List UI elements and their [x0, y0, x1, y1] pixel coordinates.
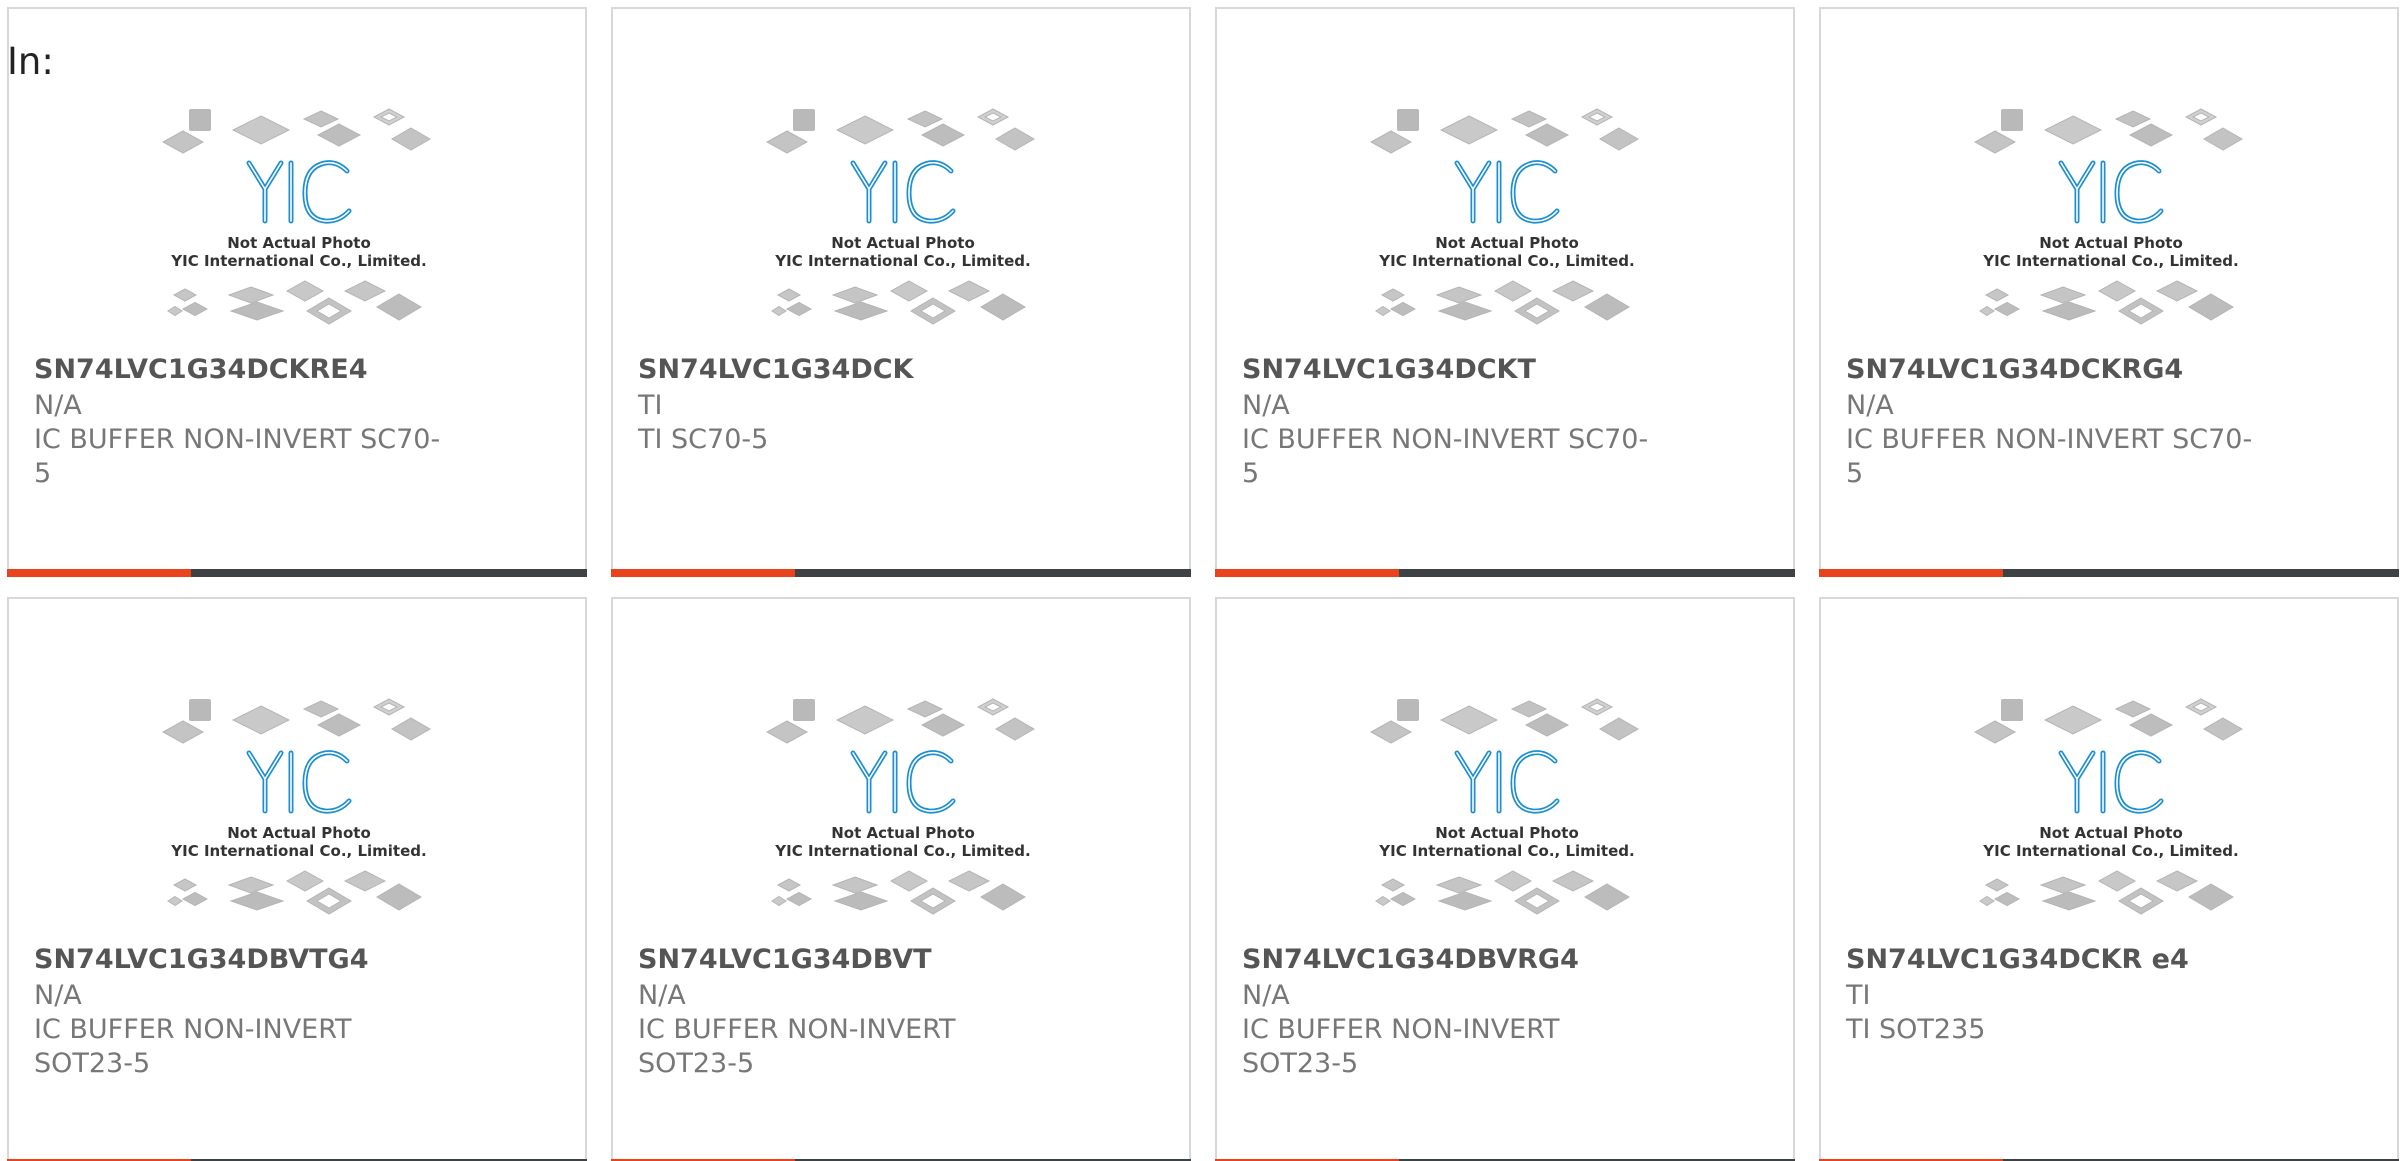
description: TI SC70-5	[638, 424, 769, 455]
photo-caption-line2: YIC International Co., Limited.	[1983, 842, 2239, 860]
in-label: In:	[7, 40, 54, 83]
description: IC BUFFER NON-INVERT SOT23-5	[1242, 1014, 1560, 1079]
manufacturer: N/A	[1242, 980, 1290, 1011]
part-number[interactable]: SN74LVC1G34DCKR e4	[1846, 943, 2189, 977]
photo-caption-line2: YIC International Co., Limited.	[1983, 252, 2239, 270]
part-number[interactable]: SN74LVC1G34DBVTG4	[34, 943, 369, 977]
description: IC BUFFER NON-INVERT SOT23-5	[638, 1014, 956, 1079]
photo-caption-line1: Not Actual Photo	[2039, 824, 2183, 842]
product-card[interactable]: Not Actual Photo YIC International Co., …	[1215, 597, 1795, 1161]
card-accent-bar	[611, 569, 795, 577]
description: IC BUFFER NON-INVERT SC70-5	[34, 424, 441, 489]
product-photo-placeholder: Not Actual Photo YIC International Co., …	[1369, 97, 1645, 349]
photo-caption-line1: Not Actual Photo	[227, 824, 371, 842]
manufacturer: TI	[1846, 980, 1871, 1011]
product-photo-placeholder: Not Actual Photo YIC International Co., …	[765, 97, 1041, 349]
product-photo-placeholder: Not Actual Photo YIC International Co., …	[765, 687, 1041, 939]
photo-caption-line2: YIC International Co., Limited.	[775, 842, 1031, 860]
product-photo-placeholder: Not Actual Photo YIC International Co., …	[1369, 687, 1645, 939]
photo-caption-line2: YIC International Co., Limited.	[171, 252, 427, 270]
photo-caption-line1: Not Actual Photo	[1435, 824, 1579, 842]
product-card[interactable]: Not Actual Photo YIC International Co., …	[7, 597, 587, 1161]
description: IC BUFFER NON-INVERT SC70-5	[1242, 424, 1649, 489]
part-number[interactable]: SN74LVC1G34DCK	[638, 353, 913, 387]
manufacturer: N/A	[1846, 390, 1894, 421]
description: TI SOT235	[1846, 1014, 1986, 1045]
ic-packages-illustration	[1369, 108, 1639, 325]
photo-caption-line2: YIC International Co., Limited.	[1379, 842, 1635, 860]
card-bottom-bar	[1819, 569, 2399, 577]
part-number[interactable]: SN74LVC1G34DCKRE4	[34, 353, 368, 387]
ic-packages-illustration	[161, 108, 431, 325]
part-number[interactable]: SN74LVC1G34DCKRG4	[1846, 353, 2183, 387]
product-photo-placeholder: Not Actual Photo YIC International Co., …	[161, 687, 437, 939]
card-accent-bar	[1215, 569, 1399, 577]
photo-caption-line1: Not Actual Photo	[831, 824, 975, 842]
card-bottom-bar	[7, 569, 587, 577]
manufacturer: N/A	[1242, 390, 1290, 421]
photo-caption-line2: YIC International Co., Limited.	[171, 842, 427, 860]
ic-packages-illustration	[1369, 698, 1639, 915]
product-card[interactable]: Not Actual Photo YIC International Co., …	[7, 7, 587, 577]
ic-packages-illustration	[1973, 108, 2243, 325]
product-photo-placeholder: Not Actual Photo YIC International Co., …	[161, 97, 437, 349]
part-number[interactable]: SN74LVC1G34DBVT	[638, 943, 932, 977]
product-card[interactable]: Not Actual Photo YIC International Co., …	[1819, 7, 2399, 577]
ic-packages-illustration	[1973, 698, 2243, 915]
ic-packages-illustration	[765, 698, 1035, 915]
part-number[interactable]: SN74LVC1G34DCKT	[1242, 353, 1536, 387]
manufacturer: N/A	[638, 980, 686, 1011]
ic-packages-illustration	[161, 698, 431, 915]
photo-caption-line1: Not Actual Photo	[1435, 234, 1579, 252]
photo-caption-line1: Not Actual Photo	[2039, 234, 2183, 252]
product-card[interactable]: Not Actual Photo YIC International Co., …	[611, 597, 1191, 1161]
product-photo-placeholder: Not Actual Photo YIC International Co., …	[1973, 687, 2249, 939]
manufacturer: TI	[638, 390, 663, 421]
card-bottom-bar	[611, 569, 1191, 577]
description: IC BUFFER NON-INVERT SOT23-5	[34, 1014, 352, 1079]
manufacturer: N/A	[34, 980, 82, 1011]
description: IC BUFFER NON-INVERT SC70-5	[1846, 424, 2253, 489]
product-card[interactable]: Not Actual Photo YIC International Co., …	[611, 7, 1191, 577]
product-grid: Not Actual Photo YIC International Co., …	[0, 0, 2400, 1161]
ic-packages-illustration	[765, 108, 1035, 325]
photo-caption-line1: Not Actual Photo	[831, 234, 975, 252]
card-accent-bar	[7, 569, 191, 577]
photo-caption-line2: YIC International Co., Limited.	[1379, 252, 1635, 270]
page: Not Actual Photo YIC International Co., …	[0, 0, 2400, 1161]
product-photo-placeholder: Not Actual Photo YIC International Co., …	[1973, 97, 2249, 349]
card-accent-bar	[1819, 569, 2003, 577]
card-bottom-bar	[1215, 569, 1795, 577]
product-card[interactable]: Not Actual Photo YIC International Co., …	[1819, 597, 2399, 1161]
photo-caption-line2: YIC International Co., Limited.	[775, 252, 1031, 270]
photo-caption-line1: Not Actual Photo	[227, 234, 371, 252]
product-card[interactable]: Not Actual Photo YIC International Co., …	[1215, 7, 1795, 577]
part-number[interactable]: SN74LVC1G34DBVRG4	[1242, 943, 1579, 977]
manufacturer: N/A	[34, 390, 82, 421]
